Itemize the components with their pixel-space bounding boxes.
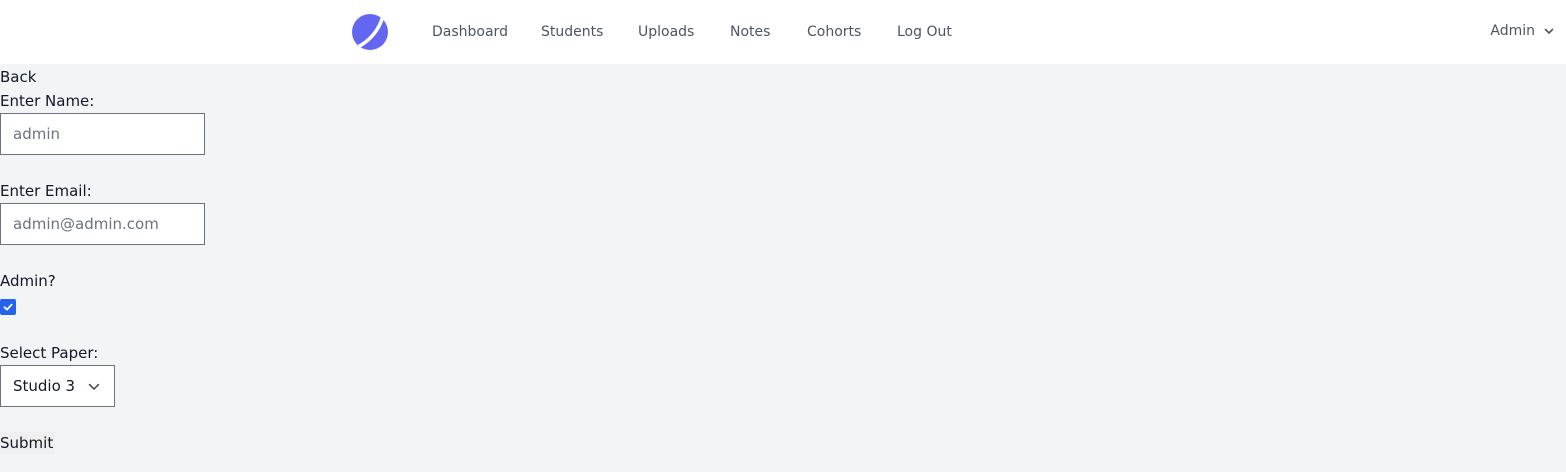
check-icon (3, 303, 13, 311)
user-menu[interactable]: Admin (1490, 22, 1554, 40)
top-navigation: Dashboard Students Uploads Notes Cohorts… (0, 0, 1566, 64)
submit-button[interactable]: Submit (0, 432, 56, 454)
logo-icon[interactable] (352, 14, 388, 50)
admin-checkbox[interactable] (0, 299, 16, 315)
nav-link-notes[interactable]: Notes (730, 23, 770, 41)
back-link[interactable]: Back (0, 68, 36, 86)
name-label: Enter Name: (0, 92, 95, 110)
chevron-down-icon (1544, 28, 1554, 35)
email-input[interactable] (0, 203, 205, 245)
admin-label: Admin? (0, 272, 56, 290)
user-menu-label: Admin (1490, 23, 1535, 39)
nav-link-dashboard[interactable]: Dashboard (432, 23, 508, 41)
chevron-down-icon (88, 383, 100, 391)
nav-link-cohorts[interactable]: Cohorts (807, 23, 861, 41)
paper-select[interactable]: Studio 3 (0, 365, 115, 407)
paper-label: Select Paper: (0, 344, 99, 362)
paper-select-value: Studio 3 (13, 377, 76, 395)
nav-link-students[interactable]: Students (541, 23, 603, 41)
nav-link-log-out[interactable]: Log Out (897, 23, 952, 41)
edit-user-form: Back Enter Name: Enter Email: Admin? Sel… (0, 64, 1566, 472)
nav-link-uploads[interactable]: Uploads (638, 23, 694, 41)
name-input[interactable] (0, 113, 205, 155)
email-label: Enter Email: (0, 182, 92, 200)
